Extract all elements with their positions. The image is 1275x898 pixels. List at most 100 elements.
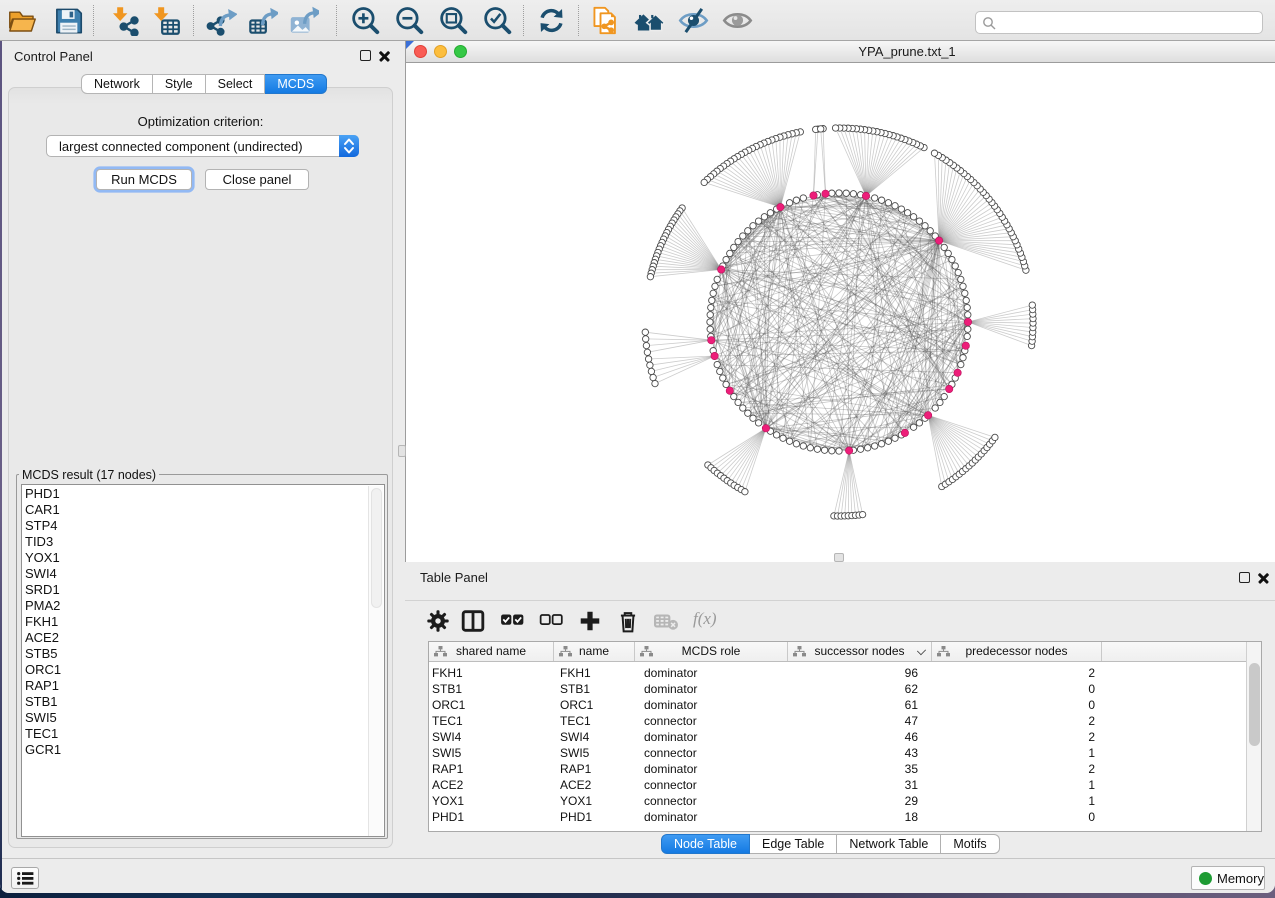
cell-shared-name[interactable]: TEC1 bbox=[432, 713, 463, 729]
export-network-icon[interactable] bbox=[206, 5, 238, 36]
cell-shared-name[interactable]: SWI5 bbox=[432, 745, 461, 761]
import-network-icon[interactable] bbox=[109, 5, 141, 36]
tab-motifs[interactable]: Motifs bbox=[941, 834, 999, 854]
zoom-selected-icon[interactable] bbox=[481, 5, 513, 36]
select-all-icon[interactable] bbox=[500, 609, 524, 633]
horizontal-splitter-handle[interactable] bbox=[834, 553, 844, 562]
cell-mcds-role[interactable]: dominator bbox=[644, 665, 697, 681]
save-icon[interactable] bbox=[53, 5, 85, 36]
mcds-result-item[interactable]: ACE2 bbox=[25, 630, 61, 646]
cell-predecessor-nodes[interactable]: 1 bbox=[932, 745, 1095, 761]
mcds-result-item[interactable]: TEC1 bbox=[25, 726, 61, 742]
criterion-dropdown[interactable]: largest connected component (undirected) bbox=[46, 135, 359, 157]
close-icon[interactable] bbox=[1257, 572, 1270, 585]
network-canvas[interactable] bbox=[406, 63, 1275, 562]
columns-icon[interactable] bbox=[461, 609, 485, 633]
network-window-titlebar[interactable]: YPA_prune.txt_1 bbox=[406, 41, 1275, 63]
cell-successor-nodes[interactable]: 47 bbox=[788, 713, 918, 729]
run-mcds-button[interactable]: Run MCDS bbox=[96, 169, 192, 190]
cell-name[interactable]: ORC1 bbox=[560, 697, 593, 713]
hide-selected-icon[interactable] bbox=[678, 5, 710, 36]
cell-successor-nodes[interactable]: 29 bbox=[788, 793, 918, 809]
search-input[interactable] bbox=[975, 11, 1263, 34]
function-builder-button[interactable]: f(x) bbox=[693, 609, 717, 629]
cell-mcds-role[interactable]: dominator bbox=[644, 681, 697, 697]
cell-mcds-role[interactable]: connector bbox=[644, 777, 697, 793]
mcds-list-scrollbar[interactable] bbox=[368, 486, 383, 837]
deselect-all-icon[interactable] bbox=[539, 609, 563, 633]
cell-mcds-role[interactable]: dominator bbox=[644, 761, 697, 777]
cell-predecessor-nodes[interactable]: 2 bbox=[932, 761, 1095, 777]
cell-name[interactable]: FKH1 bbox=[560, 665, 591, 681]
cell-shared-name[interactable]: YOX1 bbox=[432, 793, 464, 809]
cell-shared-name[interactable]: ACE2 bbox=[432, 777, 463, 793]
settings-icon[interactable] bbox=[426, 609, 450, 633]
cell-name[interactable]: SWI4 bbox=[560, 729, 589, 745]
cell-shared-name[interactable]: STB1 bbox=[432, 681, 462, 697]
tab-select[interactable]: Select bbox=[206, 74, 266, 94]
mcds-result-item[interactable]: RAP1 bbox=[25, 678, 61, 694]
table-row[interactable]: TEC1TEC1connector472 bbox=[429, 713, 1261, 729]
mcds-result-item[interactable]: PHD1 bbox=[25, 486, 61, 502]
column-header-MCDS-role[interactable]: MCDS role bbox=[635, 642, 788, 661]
cell-successor-nodes[interactable]: 62 bbox=[788, 681, 918, 697]
cell-predecessor-nodes[interactable]: 0 bbox=[932, 697, 1095, 713]
table-row[interactable]: FKH1FKH1dominator962 bbox=[429, 665, 1261, 681]
cell-predecessor-nodes[interactable]: 1 bbox=[932, 777, 1095, 793]
mcds-result-item[interactable]: SWI5 bbox=[25, 710, 61, 726]
cell-shared-name[interactable]: FKH1 bbox=[432, 665, 463, 681]
cell-predecessor-nodes[interactable]: 1 bbox=[932, 793, 1095, 809]
first-neighbors-icon[interactable] bbox=[634, 5, 666, 36]
cell-predecessor-nodes[interactable]: 2 bbox=[932, 713, 1095, 729]
show-all-icon[interactable] bbox=[722, 5, 754, 36]
column-header-successor-nodes[interactable]: successor nodes bbox=[788, 642, 932, 661]
cell-predecessor-nodes[interactable]: 0 bbox=[932, 681, 1095, 697]
cell-successor-nodes[interactable]: 61 bbox=[788, 697, 918, 713]
cell-successor-nodes[interactable]: 18 bbox=[788, 809, 918, 825]
cell-predecessor-nodes[interactable]: 2 bbox=[932, 665, 1095, 681]
add-icon[interactable] bbox=[578, 609, 602, 633]
mcds-result-item[interactable]: STP4 bbox=[25, 518, 61, 534]
table-row[interactable]: ORC1ORC1dominator610 bbox=[429, 697, 1261, 713]
tab-mcds[interactable]: MCDS bbox=[265, 74, 327, 94]
table-row[interactable]: PHD1PHD1dominator180 bbox=[429, 809, 1261, 825]
table-row[interactable]: SWI4 SWI4 dominator 46 2 bbox=[429, 729, 1261, 745]
cell-predecessor-nodes[interactable]: 2 bbox=[932, 729, 1095, 745]
cell-shared-name[interactable]: PHD1 bbox=[432, 809, 464, 825]
cell-shared-name[interactable]: ORC1 bbox=[432, 697, 465, 713]
cell-name[interactable]: TEC1 bbox=[560, 713, 591, 729]
cell-shared-name[interactable]: SWI4 bbox=[432, 729, 461, 745]
export-table-icon[interactable] bbox=[247, 5, 279, 36]
table-row[interactable]: SWI5SWI5connector431 bbox=[429, 745, 1261, 761]
cell-successor-nodes[interactable]: 31 bbox=[788, 777, 918, 793]
tab-network-table[interactable]: Network Table bbox=[837, 834, 941, 854]
zoom-in-icon[interactable] bbox=[349, 5, 381, 36]
table-row[interactable]: YOX1YOX1connector291 bbox=[429, 793, 1261, 809]
close-icon[interactable] bbox=[378, 50, 391, 63]
cell-successor-nodes[interactable]: 35 bbox=[788, 761, 918, 777]
float-window-icon[interactable] bbox=[360, 50, 371, 61]
tab-network[interactable]: Network bbox=[81, 74, 153, 94]
mcds-result-item[interactable]: SWI4 bbox=[25, 566, 61, 582]
cell-name[interactable]: PHD1 bbox=[560, 809, 592, 825]
cell-mcds-role[interactable]: dominator bbox=[644, 729, 697, 745]
panel-list-button[interactable] bbox=[11, 867, 39, 889]
cell-predecessor-nodes[interactable]: 0 bbox=[932, 809, 1095, 825]
tab-style[interactable]: Style bbox=[153, 74, 206, 94]
mcds-result-item[interactable]: CAR1 bbox=[25, 502, 61, 518]
cell-name[interactable]: STB1 bbox=[560, 681, 590, 697]
cell-successor-nodes[interactable]: 46 bbox=[788, 729, 918, 745]
zoom-fit-icon[interactable] bbox=[437, 5, 469, 36]
cell-successor-nodes[interactable]: 43 bbox=[788, 745, 918, 761]
export-image-icon[interactable] bbox=[288, 5, 320, 36]
cell-name[interactable]: SWI5 bbox=[560, 745, 589, 761]
table-row[interactable]: STB1 STB1 dominator 62 0 bbox=[429, 681, 1261, 697]
tab-node-table[interactable]: Node Table bbox=[661, 834, 750, 854]
tab-edge-table[interactable]: Edge Table bbox=[750, 834, 837, 854]
zoom-out-icon[interactable] bbox=[393, 5, 425, 36]
mcds-result-item[interactable]: FKH1 bbox=[25, 614, 61, 630]
cell-shared-name[interactable]: RAP1 bbox=[432, 761, 463, 777]
column-header-name[interactable]: name bbox=[554, 642, 635, 661]
table-row[interactable]: ACE2ACE2connector311 bbox=[429, 777, 1261, 793]
float-window-icon[interactable] bbox=[1239, 572, 1250, 583]
